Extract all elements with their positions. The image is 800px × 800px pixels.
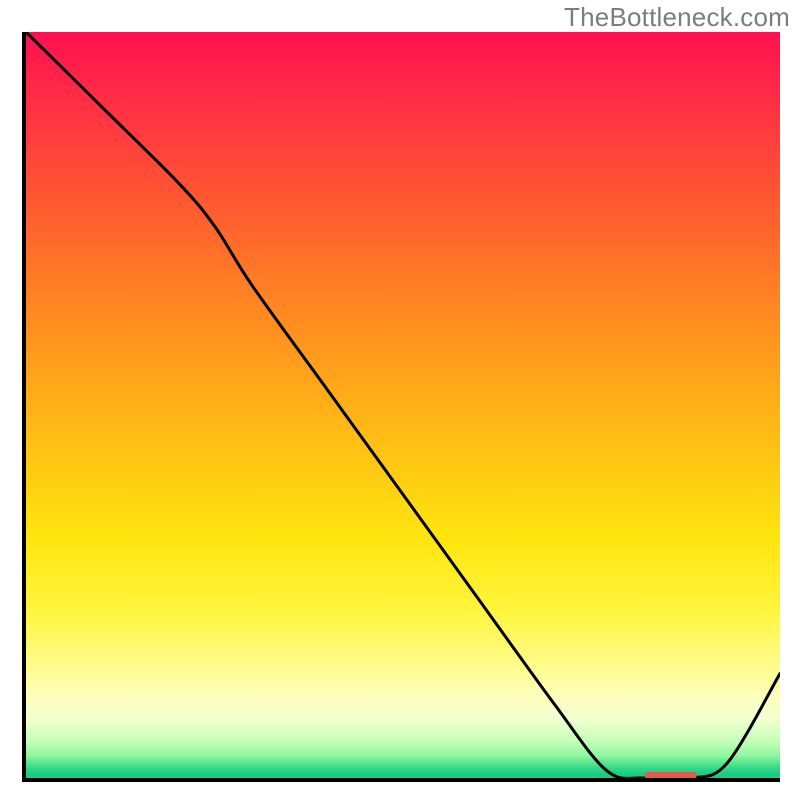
watermark-text: TheBottleneck.com [564,2,790,33]
chart-container: TheBottleneck.com [0,0,800,800]
curve-layer [22,32,780,782]
highlight-marker [644,772,697,778]
data-curve [26,32,780,779]
plot-area [22,32,780,782]
